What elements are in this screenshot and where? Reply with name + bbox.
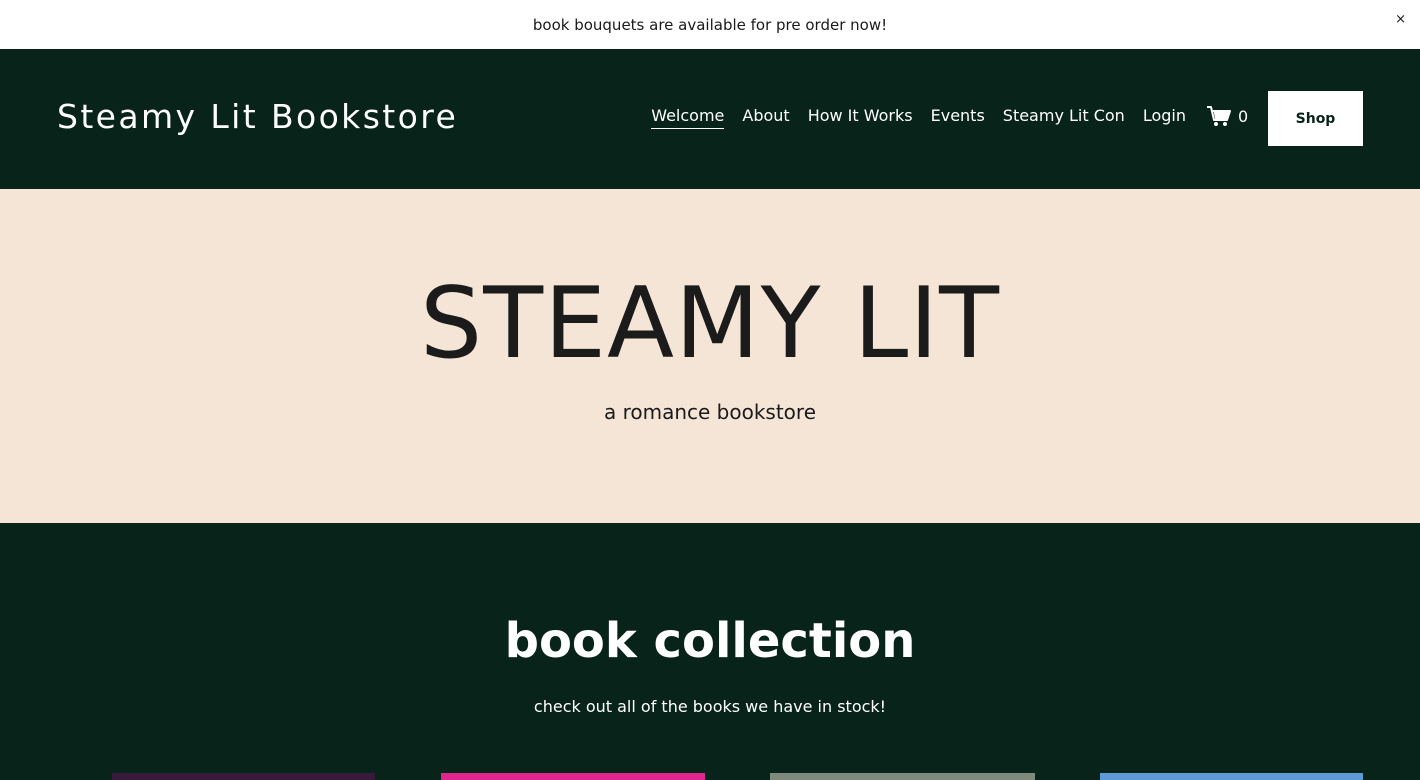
nav-item-about[interactable]: About	[742, 106, 789, 129]
book-cover-2[interactable]	[441, 773, 705, 780]
book-cover-3[interactable]	[770, 773, 1035, 780]
cart-count: 0	[1238, 106, 1249, 126]
site-title[interactable]: Steamy Lit Bookstore	[57, 97, 458, 136]
close-icon[interactable]: ×	[1395, 12, 1406, 27]
main-nav: Welcome About How It Works Events Steamy…	[651, 106, 1186, 129]
shop-button[interactable]: Shop	[1268, 91, 1363, 146]
site-header: Steamy Lit Bookstore Welcome About How I…	[0, 49, 1420, 189]
hero-section: STEAMY LIT a romance bookstore	[0, 189, 1420, 523]
collection-subtitle: check out all of the books we have in st…	[533, 697, 887, 716]
nav-item-events[interactable]: Events	[931, 106, 985, 129]
book-cover-1[interactable]	[112, 773, 375, 780]
hero-title: STEAMY LIT	[420, 267, 1000, 381]
book-cover-4[interactable]	[1100, 773, 1363, 780]
hero-subtitle: a romance bookstore	[603, 400, 817, 424]
nav-item-steamy-lit-con[interactable]: Steamy Lit Con	[1003, 106, 1125, 129]
nav-item-login[interactable]: Login	[1143, 106, 1186, 129]
cart-icon	[1206, 105, 1232, 127]
book-collection-section: book collection check out all of the boo…	[0, 523, 1420, 780]
cart-button[interactable]: 0	[1206, 105, 1248, 127]
nav-item-welcome[interactable]: Welcome	[651, 106, 725, 129]
collection-title: book collection	[504, 613, 916, 669]
announcement-text: book bouquets are available for pre orde…	[532, 15, 888, 34]
announcement-bar: book bouquets are available for pre orde…	[0, 0, 1420, 49]
nav-item-how-it-works[interactable]: How It Works	[808, 106, 913, 129]
